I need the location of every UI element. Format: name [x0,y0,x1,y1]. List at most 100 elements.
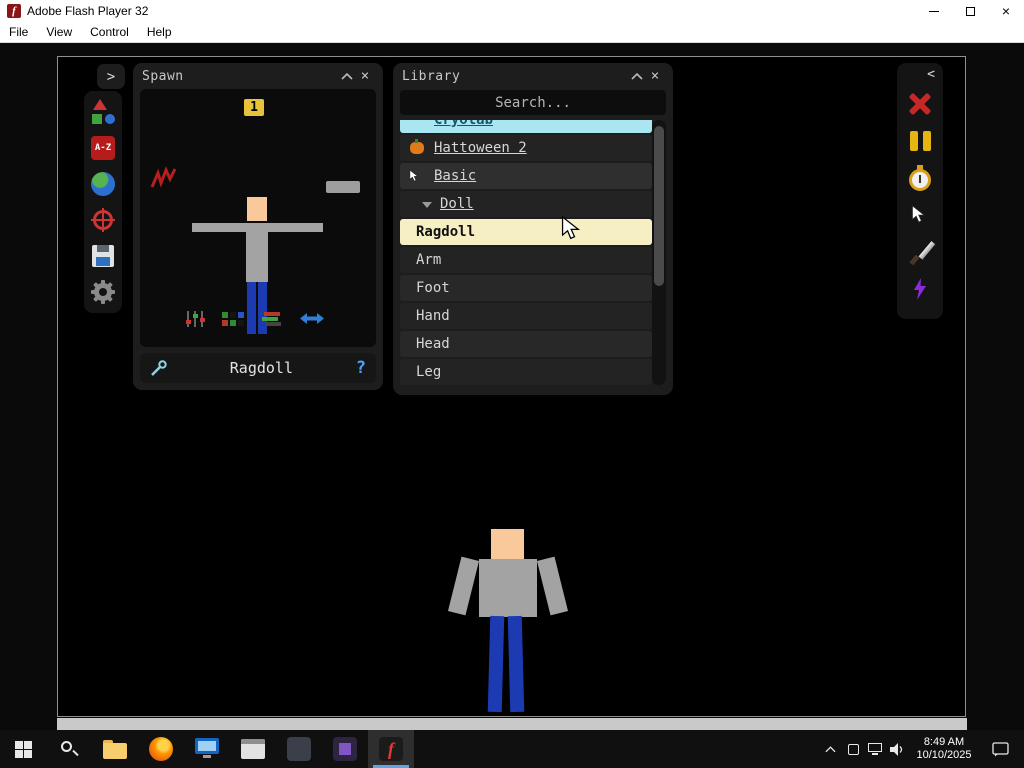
chevron-up-icon [631,72,643,80]
cursor-tool-button[interactable] [902,196,938,233]
library-item-basic[interactable]: Basic [400,163,652,189]
platform-thumb [326,181,360,193]
notification-icon [991,741,1009,756]
spawn-expand-tab[interactable]: > [97,64,125,89]
ragdoll-head[interactable] [491,529,524,559]
gear-icon [90,279,116,305]
library-item-ragdoll[interactable]: Ragdoll [400,219,652,245]
tray-expand-button[interactable] [818,730,842,768]
library-item-hattoween[interactable]: Hattoween 2 [400,135,652,161]
globe-icon [91,172,115,196]
ragdoll-right-leg[interactable] [507,615,525,713]
taskbar-app-window[interactable] [230,730,276,768]
ragdoll-torso[interactable] [479,559,537,617]
window-titlebar: f Adobe Flash Player 32 × [0,0,1024,22]
search-input[interactable] [400,90,666,115]
window-title: Adobe Flash Player 32 [27,4,149,18]
chevron-left-icon: < [927,66,935,82]
library-item-foot[interactable]: Foot [400,275,652,301]
world-button[interactable] [87,168,119,200]
menubar: File View Control Help [0,22,1024,43]
right-toolbar-collapse[interactable]: < [897,63,943,85]
ragdoll-left-leg[interactable] [487,615,505,713]
maximize-icon [965,6,975,16]
taskbar-app-firefox[interactable] [138,730,184,768]
tray-volume-button[interactable] [886,730,908,768]
start-button[interactable] [0,730,46,768]
sort-az-button[interactable]: A-Z [87,132,119,164]
save-button[interactable] [87,240,119,272]
timer-button[interactable] [902,159,938,196]
windows-logo-icon [14,740,32,758]
double-arrow-icon [300,313,324,324]
close-button[interactable]: × [988,0,1024,22]
spawn-panel: Spawn × 1 Ragdoll ? [133,63,383,390]
library-item-head[interactable]: Head [400,331,652,357]
knife-tool-button[interactable] [902,233,938,270]
chevron-up-icon [824,745,836,752]
library-item-label: Cryolab [434,120,494,128]
library-scrollbar[interactable] [652,120,666,385]
library-collapse-button[interactable] [628,67,646,85]
spawn-preview[interactable]: 1 [140,89,376,347]
taskbar-clock[interactable]: 8:49 AM 10/10/2025 [908,730,980,768]
library-item-hand[interactable]: Hand [400,303,652,329]
red-scribble-icon [150,166,177,188]
chevron-up-icon [341,72,353,80]
taskbar-app-gray[interactable] [276,730,322,768]
left-toolbar: A-Z [84,91,122,313]
flash-icon: f [379,737,403,761]
spawn-collapse-button[interactable] [338,67,356,85]
spawn-selected-name: Ragdoll [229,359,293,377]
stopwatch-icon [907,164,933,191]
taskbar-app-monitor[interactable] [184,730,230,768]
library-item-leg[interactable]: Leg [400,359,652,385]
taskbar-app-flash[interactable]: f [368,730,414,768]
close-icon: × [650,68,660,84]
tray-generic-button[interactable] [842,730,864,768]
window-controls: × [916,0,1024,22]
red-x-icon [907,91,933,117]
library-scrollbar-thumb[interactable] [654,126,664,286]
cursor-icon [409,169,419,182]
help-button[interactable]: ? [356,358,366,378]
preview-bottom-icons [140,307,376,339]
close-icon: × [360,68,370,84]
flash-app-icon: f [7,4,21,18]
library-panel: Library × Cryolab Hattoween 2 Basic Doll [393,63,673,395]
lightning-icon [914,277,926,300]
taskbar-search-button[interactable] [46,730,92,768]
library-close-button[interactable]: × [646,67,664,85]
lightning-tool-button[interactable] [902,270,938,307]
library-item-label: Foot [416,280,450,296]
tray-network-button[interactable] [864,730,886,768]
library-item-label: Hand [416,308,450,324]
pause-button[interactable] [902,122,938,159]
settings-button[interactable] [87,276,119,308]
wrench-icon[interactable] [150,359,167,377]
tray-square-icon [847,743,859,755]
library-item-label: Arm [416,252,442,268]
spawn-shapes-button[interactable] [87,96,119,128]
library-item-arm[interactable]: Arm [400,247,652,273]
delete-button[interactable] [902,85,938,122]
menu-help[interactable]: Help [138,25,181,39]
library-item-cryolab[interactable]: Cryolab [400,120,652,133]
spawn-footer: Ragdoll ? [140,353,376,383]
menu-view[interactable]: View [37,25,81,39]
target-button[interactable] [87,204,119,236]
library-item-doll[interactable]: Doll [400,191,652,217]
taskbar: f 8:49 AM 10/10/2025 [0,730,1024,768]
taskbar-app-explorer[interactable] [92,730,138,768]
menu-control[interactable]: Control [81,25,138,39]
sliders-icon [186,311,205,327]
taskbar-app-purple[interactable] [322,730,368,768]
spawn-panel-header: Spawn × [133,63,383,89]
minimize-button[interactable] [916,0,952,22]
notification-center-button[interactable] [980,730,1020,768]
spawn-count-badge: 1 [244,99,264,116]
spawn-close-button[interactable]: × [356,67,374,85]
monitor-app-icon [195,738,219,760]
maximize-button[interactable] [952,0,988,22]
menu-file[interactable]: File [0,25,37,39]
